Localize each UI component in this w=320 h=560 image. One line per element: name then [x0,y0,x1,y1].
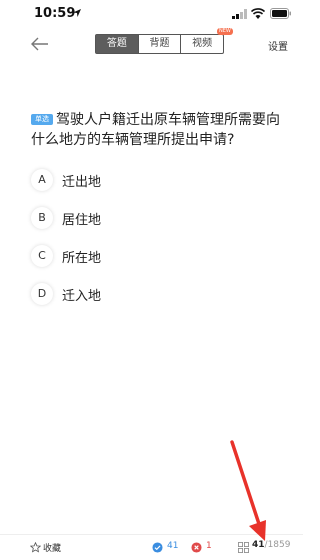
option-text: 迁入地 [62,288,102,304]
status-time: 10:59 [34,6,76,21]
back-arrow-icon[interactable] [31,37,49,51]
new-badge: NEW [217,28,233,35]
wifi-icon [251,8,265,19]
option-text: 迁出地 [62,174,102,190]
grid-icon[interactable] [238,542,249,553]
question-progress[interactable]: 41/1859 [252,540,290,550]
settings-button[interactable]: 设置 [268,38,288,53]
option-c[interactable]: C 所在地 [31,245,101,267]
battery-icon [270,8,291,19]
tab-video[interactable]: 视频 [180,35,223,53]
question-text: 驾驶人户籍迁出原车辆管理所需要向什么地方的车辆管理所提出申请? [31,112,280,148]
option-letter: C [31,245,53,267]
correct-count: 41 [167,541,179,551]
x-circle-icon [191,542,202,553]
progress-current: 41 [252,540,265,550]
mode-tabs: 答题 背题 视频 [95,34,224,54]
question-text-block: 单选 驾驶人户籍迁出原车辆管理所需要向什么地方的车辆管理所提出申请? [31,110,289,150]
tab-memorize[interactable]: 背题 [137,35,181,53]
nav-bar: 答题 背题 视频 NEW 设置 [0,28,303,62]
check-circle-icon [152,542,163,553]
progress-total: /1859 [264,540,291,550]
option-letter: D [31,283,53,305]
option-b[interactable]: B 居住地 [31,207,101,229]
annotation-arrow [230,440,266,541]
bottom-bar: 收藏 41 1 41/1859 [0,534,303,560]
tab-answer[interactable]: 答题 [96,35,138,53]
option-a[interactable]: A 迁出地 [31,169,101,191]
favorite-button[interactable]: 收藏 [43,541,61,554]
location-arrow-icon [73,9,81,17]
status-bar: 10:59 [0,0,303,28]
option-text: 所在地 [62,250,102,266]
cellular-signal-icon [232,9,247,19]
option-d[interactable]: D 迁入地 [31,283,101,305]
option-letter: B [31,207,53,229]
wrong-count: 1 [206,541,212,551]
question-type-badge: 单选 [31,114,53,125]
option-letter: A [31,169,53,191]
star-icon[interactable] [30,542,41,553]
option-text: 居住地 [62,212,102,228]
